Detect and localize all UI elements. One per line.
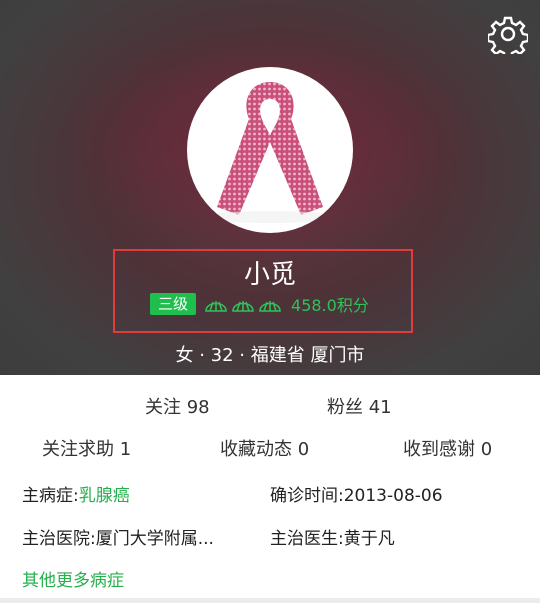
- diagnosis-value: 2013-08-06: [343, 486, 443, 506]
- disease-row: 主病症:乳腺癌: [22, 481, 130, 506]
- divider: [0, 598, 540, 603]
- more-diseases-link[interactable]: 其他更多病症: [22, 566, 124, 591]
- pink-ribbon-icon: [200, 82, 340, 223]
- shell-icon: [232, 301, 254, 312]
- thanks-count[interactable]: 收到感谢 0: [403, 435, 492, 461]
- settings-button[interactable]: [486, 14, 530, 60]
- user-name: 小觅: [243, 260, 296, 290]
- disease-value[interactable]: 乳腺癌: [79, 486, 130, 506]
- shell-icon: [259, 301, 281, 312]
- following-count[interactable]: 关注 98: [145, 393, 210, 419]
- profile-header: 小觅 三级 458.0积分 女 · 32 · 福建省 厦门市: [0, 0, 540, 375]
- shell-icon: [205, 301, 227, 312]
- points-text: 458.0积分: [291, 296, 369, 315]
- hospital-value: 厦门大学附属...: [95, 529, 214, 549]
- user-location: 女 · 32 · 福建省 厦门市: [175, 345, 365, 366]
- level-badge: 三级: [150, 293, 197, 315]
- doctor-label: 主治医生:: [270, 529, 344, 549]
- fans-count[interactable]: 粉丝 41: [327, 393, 392, 419]
- help-count[interactable]: 关注求助 1: [42, 435, 131, 461]
- hospital-row: 主治医院:厦门大学附属...: [22, 524, 214, 549]
- avatar[interactable]: [187, 67, 353, 233]
- gear-icon[interactable]: [486, 14, 530, 60]
- doctor-value: 黄于凡: [343, 529, 395, 549]
- level-row: 三级 458.0积分: [150, 292, 369, 316]
- favorites-count[interactable]: 收藏动态 0: [220, 435, 309, 461]
- disease-label: 主病症:: [22, 486, 79, 506]
- diagnosis-label: 确诊时间:: [270, 486, 344, 506]
- diagnosis-row: 确诊时间:2013-08-06: [270, 481, 443, 506]
- doctor-row: 主治医生:黄于凡: [270, 524, 395, 549]
- hospital-label: 主治医院:: [22, 529, 96, 549]
